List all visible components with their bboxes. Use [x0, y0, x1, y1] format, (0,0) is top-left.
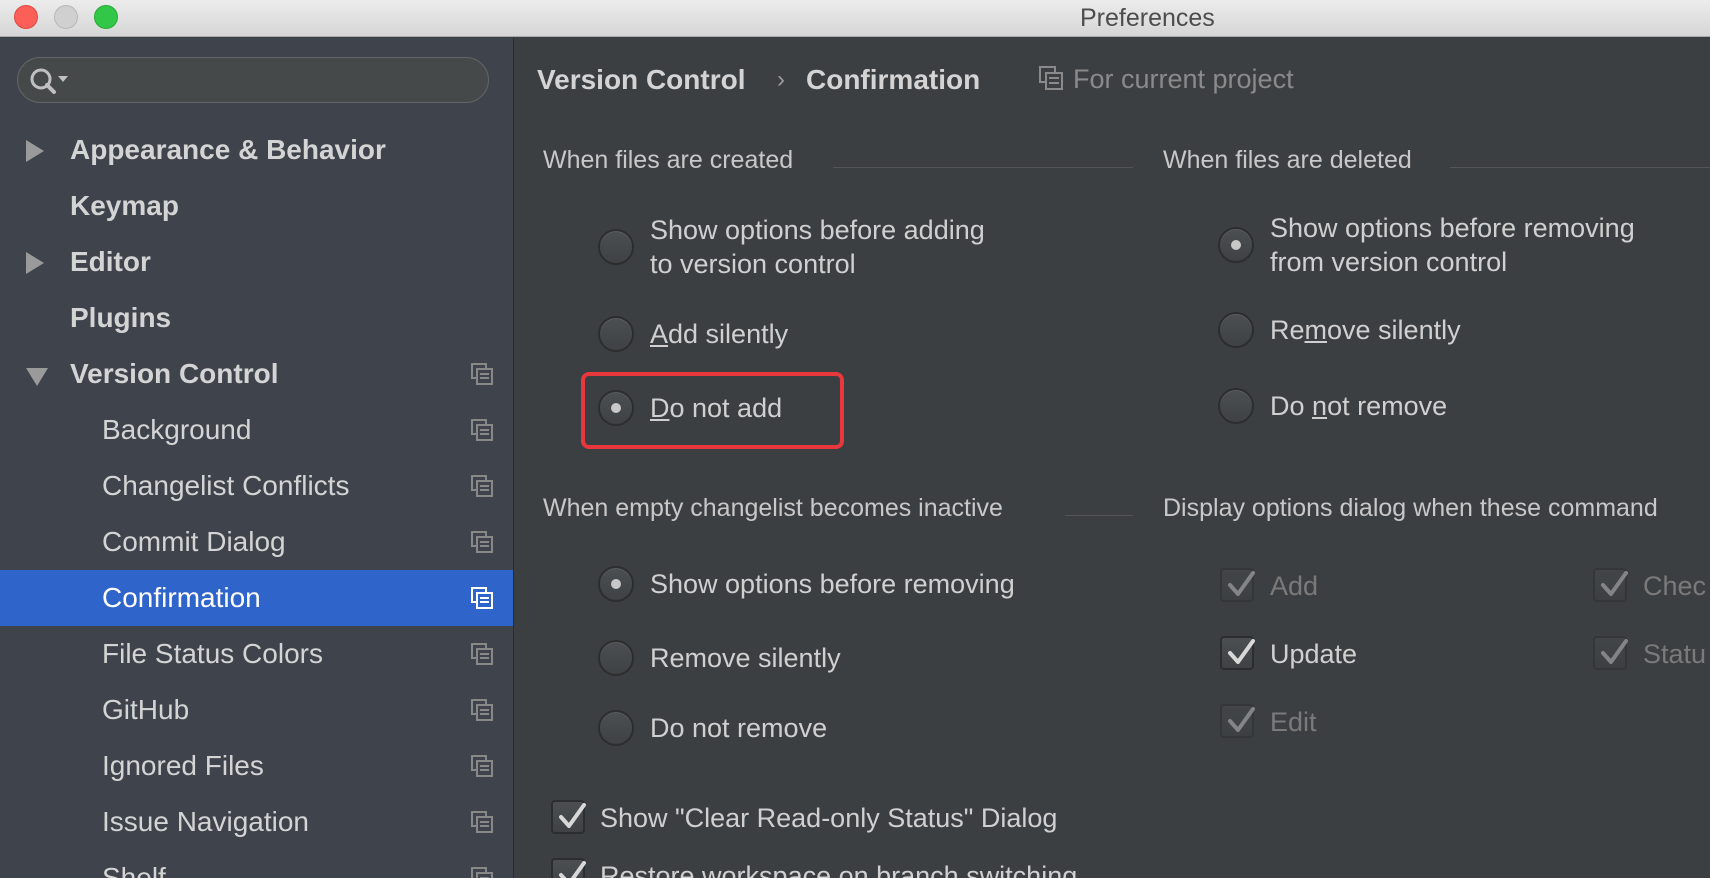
sidebar-item-label: GitHub: [102, 694, 190, 725]
radio-label[interactable]: Show options before adding to version co…: [650, 213, 985, 281]
sidebar-item-label: Changelist Conflicts: [102, 470, 350, 501]
checkmark-icon: [1601, 571, 1628, 596]
sidebar-item-label: Commit Dialog: [102, 526, 286, 557]
sidebar-item-label: Version Control: [70, 358, 279, 389]
project-scope-icon: [471, 699, 493, 721]
checkbox-label[interactable]: Show "Clear Read-only Status" Dialog: [600, 801, 1057, 835]
group-divider: [833, 167, 1133, 168]
checkbox-edit[interactable]: [1220, 704, 1255, 738]
created-group-title: When files are created: [543, 146, 794, 174]
search-icon: [30, 68, 68, 94]
sidebar-item-commit-dialog[interactable]: Commit Dialog: [0, 514, 513, 570]
sidebar-item-file-status-colors[interactable]: File Status Colors: [0, 626, 513, 682]
sidebar-item-label: Plugins: [70, 302, 172, 333]
checkbox-add[interactable]: [1220, 568, 1255, 602]
project-scope-icon: [471, 755, 493, 777]
radio-show-options-before-adding[interactable]: [598, 229, 634, 265]
radio-label[interactable]: Show options before removing from versio…: [1270, 211, 1635, 279]
sidebar-item-plugins[interactable]: Plugins: [0, 290, 513, 346]
project-scope-icon: [471, 811, 493, 833]
sidebar-item-background[interactable]: Background: [0, 402, 513, 458]
checkbox-label[interactable]: Statu: [1643, 637, 1706, 671]
search-input[interactable]: [17, 57, 489, 103]
sidebar-item-changelist-conflicts[interactable]: Changelist Conflicts: [0, 458, 513, 514]
close-window-button[interactable]: [14, 5, 38, 29]
radio-label[interactable]: Remove silently: [650, 641, 841, 675]
expand-arrow-icon[interactable]: [26, 252, 44, 274]
expand-arrow-icon[interactable]: [26, 140, 44, 162]
breadcrumb-separator: ›: [777, 66, 785, 93]
scope-note: For current project: [1073, 64, 1294, 94]
sidebar-item-label: File Status Colors: [102, 638, 323, 669]
checkbox-label[interactable]: Edit: [1270, 705, 1317, 739]
sidebar-item-github[interactable]: GitHub: [0, 682, 513, 738]
checkbox-update[interactable]: [1220, 636, 1255, 670]
checkmark-icon: [559, 861, 586, 878]
sidebar-item-version-control[interactable]: Version Control: [0, 346, 513, 402]
project-scope-icon: [471, 475, 493, 497]
breadcrumb-parent[interactable]: Version Control: [537, 64, 745, 96]
window-title: Preferences: [1080, 4, 1215, 32]
sidebar-item-label: Appearance & Behavior: [70, 134, 386, 165]
checkmark-icon: [1228, 571, 1255, 596]
project-scope-icon: [471, 587, 493, 609]
checkmark-icon: [1228, 639, 1255, 664]
project-scope-icon: [1039, 66, 1063, 90]
zoom-window-button[interactable]: [94, 5, 118, 29]
radio-label[interactable]: Add silently: [650, 317, 788, 351]
sidebar-item-label: Editor: [70, 246, 151, 277]
checkmark-icon: [1228, 707, 1255, 732]
sidebar-item-ignored-files[interactable]: Ignored Files: [0, 738, 513, 794]
project-scope-icon: [471, 643, 493, 665]
checkbox-label[interactable]: Update: [1270, 637, 1357, 671]
sidebar-item-editor[interactable]: Editor: [0, 234, 513, 290]
deleted-group-title: When files are deleted: [1163, 146, 1412, 174]
checkbox-label[interactable]: Add: [1270, 569, 1318, 603]
collapse-arrow-icon[interactable]: [26, 368, 48, 386]
checkbox-status[interactable]: [1593, 636, 1628, 670]
settings-sidebar: Appearance & Behavior Keymap Editor Plug…: [0, 38, 514, 878]
checkbox-checkout[interactable]: [1593, 568, 1628, 602]
radio-label[interactable]: Show options before removing: [650, 567, 1015, 601]
sidebar-item-label: Shelf: [102, 862, 166, 878]
sidebar-item-appearance-behavior[interactable]: Appearance & Behavior: [0, 122, 513, 178]
checkbox-show-clear-readonly[interactable]: [551, 800, 586, 834]
checkmark-icon: [1601, 639, 1628, 664]
sidebar-item-keymap[interactable]: Keymap: [0, 178, 513, 234]
sidebar-item-label: Issue Navigation: [102, 806, 310, 837]
empty-changelist-group-title: When empty changelist becomes inactive: [543, 494, 1003, 522]
group-divider: [1065, 515, 1133, 516]
title-bar: Preferences: [0, 0, 1710, 37]
checkbox-label[interactable]: Chec: [1643, 569, 1706, 603]
radio-remove-silently-files[interactable]: [1218, 312, 1254, 348]
highlight-box: [581, 372, 844, 449]
sidebar-item-shelf[interactable]: Shelf: [0, 850, 513, 878]
radio-do-not-remove-files[interactable]: [1218, 388, 1254, 424]
checkbox-restore-workspace[interactable]: [551, 858, 586, 878]
project-scope-icon: [471, 867, 493, 878]
sidebar-item-label: Ignored Files: [102, 750, 264, 781]
project-scope-icon: [471, 363, 493, 385]
radio-label[interactable]: Remove silently: [1270, 313, 1461, 347]
checkbox-label[interactable]: Restore workspace on branch switching: [600, 859, 1077, 878]
project-scope-icon: [471, 419, 493, 441]
radio-label[interactable]: Do not remove: [650, 711, 827, 745]
display-options-group-title: Display options dialog when these comman…: [1163, 494, 1658, 522]
checkmark-icon: [559, 803, 586, 828]
radio-remove-silently[interactable]: [598, 640, 634, 676]
radio-label[interactable]: Do not remove: [1270, 389, 1447, 423]
group-divider: [1450, 167, 1710, 168]
sidebar-item-issue-navigation[interactable]: Issue Navigation: [0, 794, 513, 850]
project-scope-icon: [471, 531, 493, 553]
radio-show-options-before-removing-files[interactable]: [1218, 227, 1254, 263]
breadcrumb-current: Confirmation: [806, 64, 981, 95]
radio-show-options-before-removing[interactable]: [598, 566, 634, 602]
radio-do-not-remove[interactable]: [598, 710, 634, 746]
sidebar-item-confirmation[interactable]: Confirmation: [0, 570, 513, 626]
sidebar-item-label: Confirmation: [102, 582, 261, 613]
sidebar-item-label: Background: [102, 414, 252, 445]
sidebar-item-label: Keymap: [70, 190, 179, 221]
radio-add-silently[interactable]: [598, 316, 634, 352]
minimize-window-button[interactable]: [54, 5, 78, 29]
